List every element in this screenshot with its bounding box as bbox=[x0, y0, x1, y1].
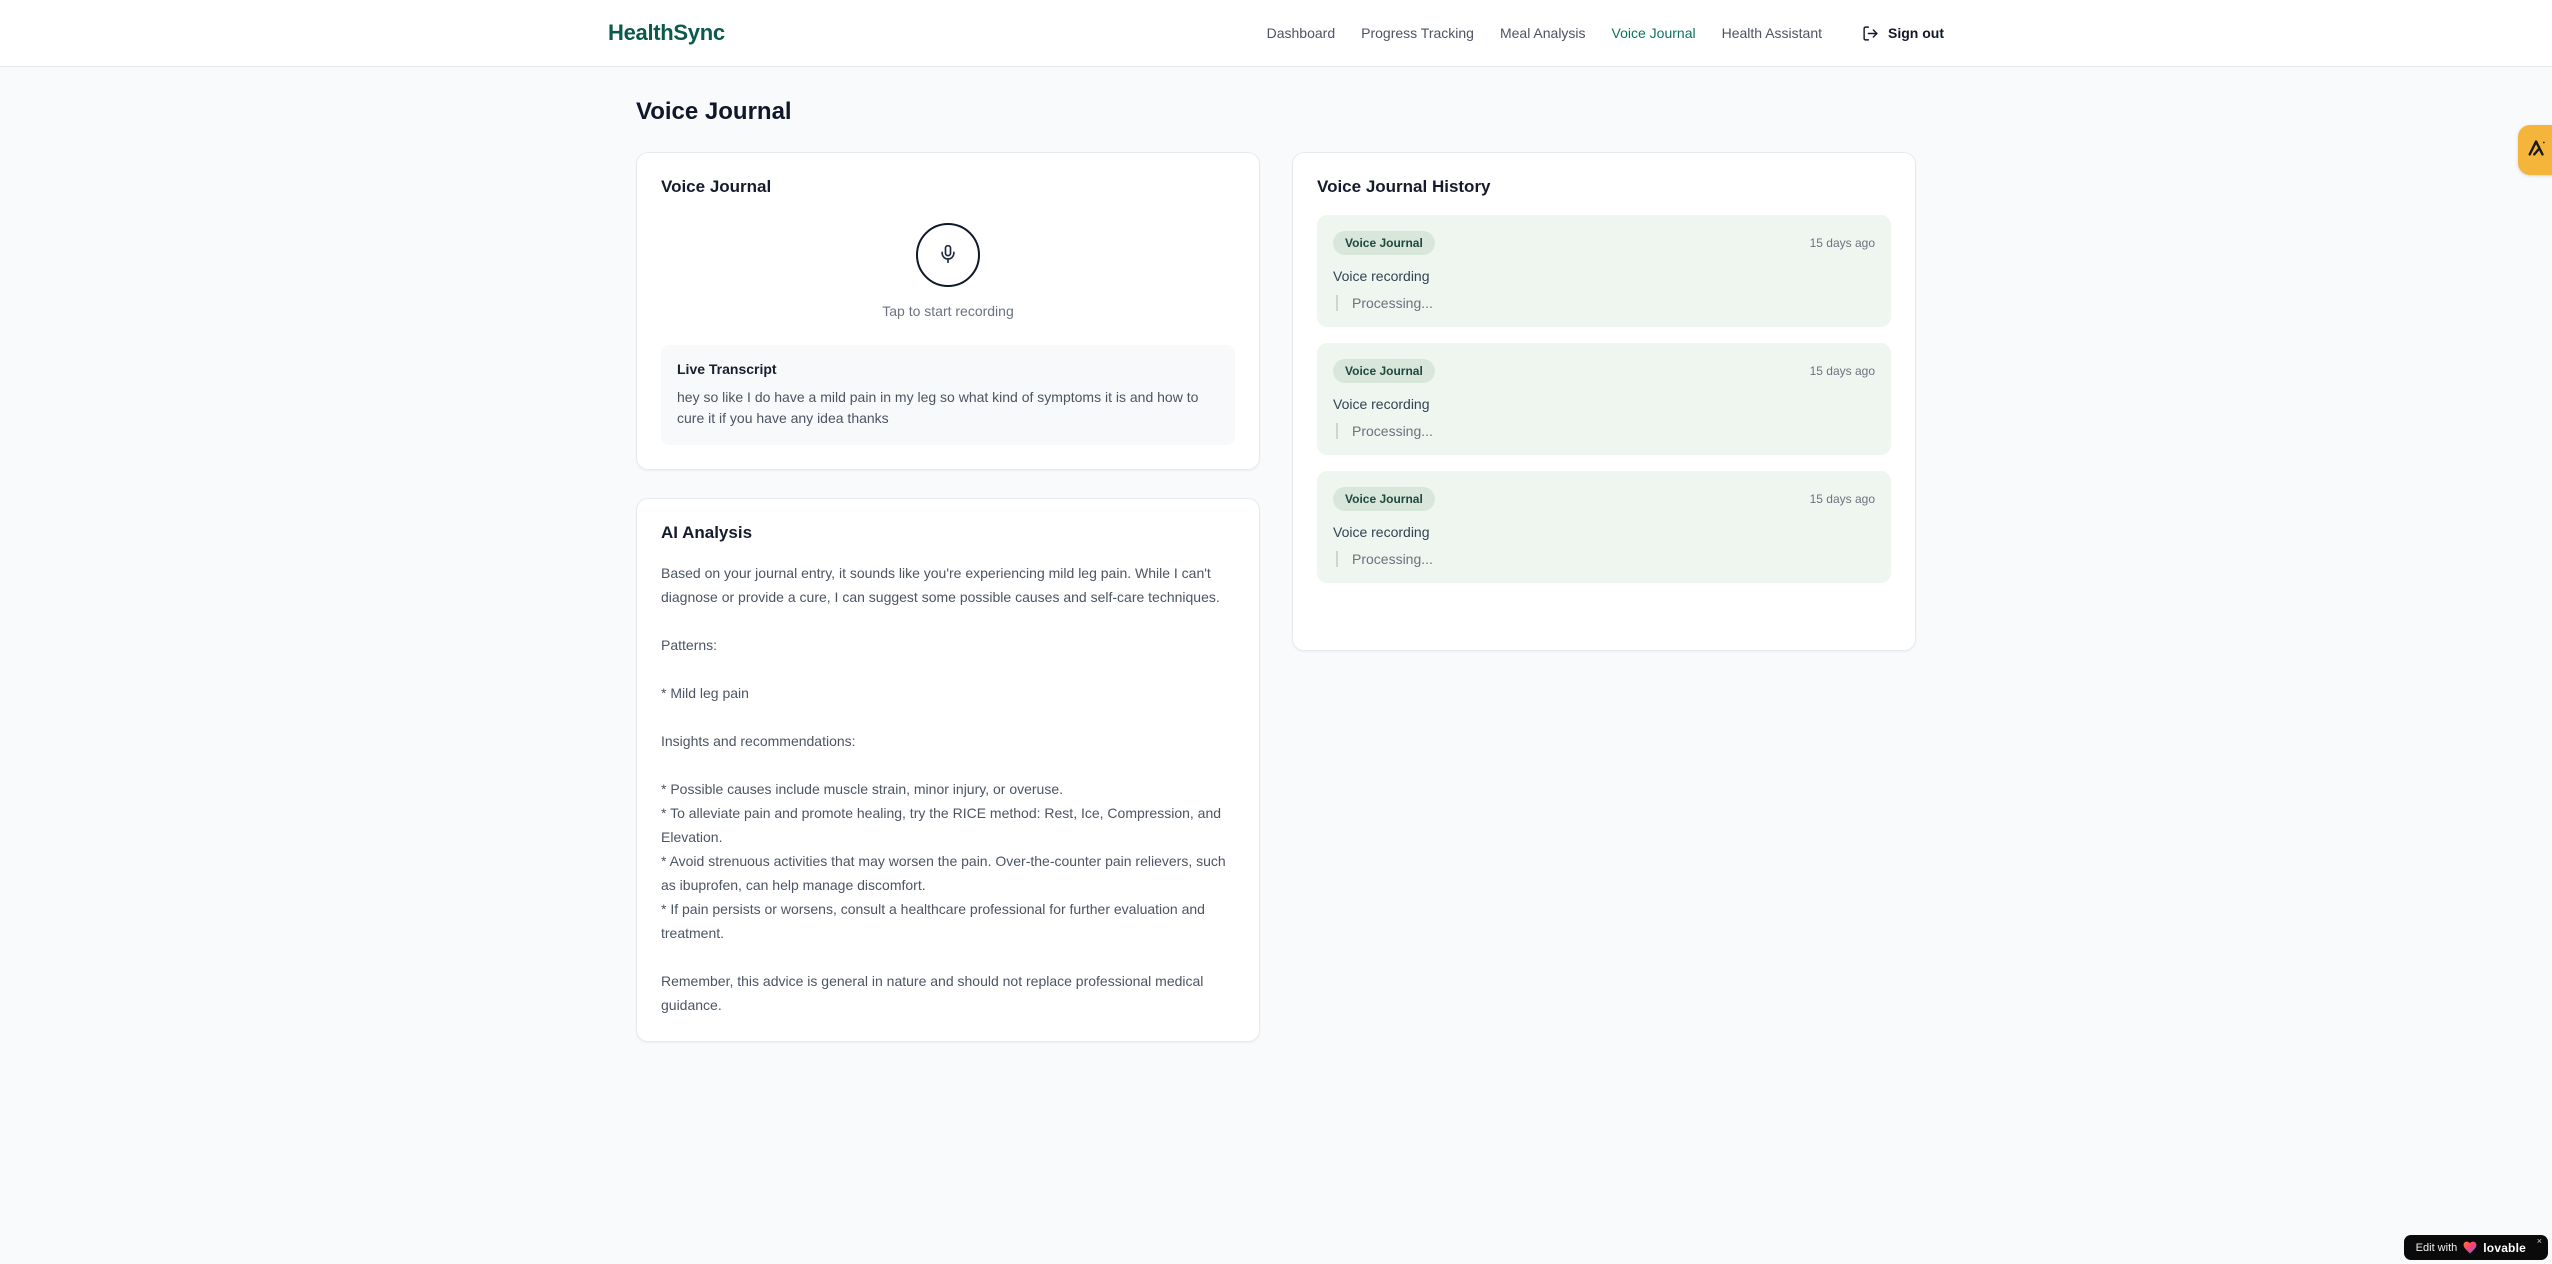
lovable-side-tab[interactable] bbox=[2518, 125, 2552, 175]
entry-timestamp: 15 days ago bbox=[1809, 364, 1875, 378]
right-column: Voice Journal History Voice Journal 15 d… bbox=[1292, 152, 1916, 651]
gradient-heart-icon bbox=[2463, 1241, 2477, 1254]
history-entry[interactable]: Voice Journal 15 days ago Voice recordin… bbox=[1317, 215, 1891, 327]
left-column: Voice Journal Tap to start recording Liv… bbox=[636, 152, 1260, 1042]
entry-timestamp: 15 days ago bbox=[1809, 492, 1875, 506]
ai-analysis-card: AI Analysis Based on your journal entry,… bbox=[636, 498, 1260, 1042]
nav-item-health-assistant[interactable]: Health Assistant bbox=[1722, 25, 1822, 41]
sign-out-label: Sign out bbox=[1888, 25, 1944, 41]
edit-with-label: Edit with bbox=[2415, 1241, 2458, 1254]
microphone-icon bbox=[938, 244, 958, 267]
live-transcript-box: Live Transcript hey so like I do have a … bbox=[661, 345, 1235, 445]
history-entry[interactable]: Voice Journal 15 days ago Voice recordin… bbox=[1317, 471, 1891, 583]
ai-analysis-title: AI Analysis bbox=[661, 523, 753, 542]
entry-title: Voice recording bbox=[1333, 524, 1430, 540]
entry-title: Voice recording bbox=[1333, 268, 1430, 284]
entry-type-badge: Voice Journal bbox=[1333, 359, 1435, 383]
log-out-icon bbox=[1862, 25, 1879, 42]
voice-journal-page: Voice Journal Voice Journal Tap to start… bbox=[636, 67, 1916, 1042]
app-logo[interactable]: HealthSync bbox=[608, 20, 725, 46]
nav-item-progress-tracking[interactable]: Progress Tracking bbox=[1361, 25, 1474, 41]
entry-header: Voice Journal 15 days ago bbox=[1333, 231, 1875, 255]
history-entry[interactable]: Voice Journal 15 days ago Voice recordin… bbox=[1317, 343, 1891, 455]
lovable-brand-label: lovable bbox=[2483, 1240, 2526, 1255]
entry-header: Voice Journal 15 days ago bbox=[1333, 359, 1875, 383]
nav-item-voice-journal[interactable]: Voice Journal bbox=[1612, 25, 1696, 41]
entry-title: Voice recording bbox=[1333, 396, 1430, 412]
edit-with-lovable-badge[interactable]: Edit with lovable × bbox=[2403, 1235, 2548, 1260]
lovable-logo-icon bbox=[2526, 137, 2548, 164]
main-nav: Dashboard Progress Tracking Meal Analysi… bbox=[1267, 25, 1944, 42]
top-navbar: HealthSync Dashboard Progress Tracking M… bbox=[0, 0, 2552, 67]
record-button[interactable] bbox=[916, 223, 980, 287]
history-card-title: Voice Journal History bbox=[1317, 177, 1491, 196]
recorder-center: Tap to start recording bbox=[661, 215, 1235, 319]
tap-to-record-hint: Tap to start recording bbox=[882, 303, 1014, 319]
content-grid: Voice Journal Tap to start recording Liv… bbox=[636, 152, 1916, 1042]
live-transcript-title: Live Transcript bbox=[677, 361, 777, 377]
page-title: Voice Journal bbox=[636, 98, 792, 125]
entry-status: Processing... bbox=[1336, 551, 1875, 567]
ai-analysis-body: Based on your journal entry, it sounds l… bbox=[661, 565, 1226, 1013]
navbar-inner: HealthSync Dashboard Progress Tracking M… bbox=[608, 20, 1944, 46]
close-icon[interactable]: × bbox=[2537, 1237, 2542, 1246]
entry-status: Processing... bbox=[1336, 423, 1875, 439]
live-transcript-text: hey so like I do have a mild pain in my … bbox=[677, 389, 1199, 426]
voice-journal-history-card: Voice Journal History Voice Journal 15 d… bbox=[1292, 152, 1916, 651]
recorder-card-title: Voice Journal bbox=[661, 177, 772, 196]
entry-type-badge: Voice Journal bbox=[1333, 231, 1435, 255]
entry-header: Voice Journal 15 days ago bbox=[1333, 487, 1875, 511]
entry-timestamp: 15 days ago bbox=[1809, 236, 1875, 250]
nav-item-dashboard[interactable]: Dashboard bbox=[1267, 25, 1336, 41]
voice-recorder-card: Voice Journal Tap to start recording Liv… bbox=[636, 152, 1260, 470]
nav-item-meal-analysis[interactable]: Meal Analysis bbox=[1500, 25, 1586, 41]
entry-status: Processing... bbox=[1336, 295, 1875, 311]
sign-out-button[interactable]: Sign out bbox=[1862, 25, 1944, 42]
history-entry-list: Voice Journal 15 days ago Voice recordin… bbox=[1317, 215, 1891, 583]
entry-type-badge: Voice Journal bbox=[1333, 487, 1435, 511]
